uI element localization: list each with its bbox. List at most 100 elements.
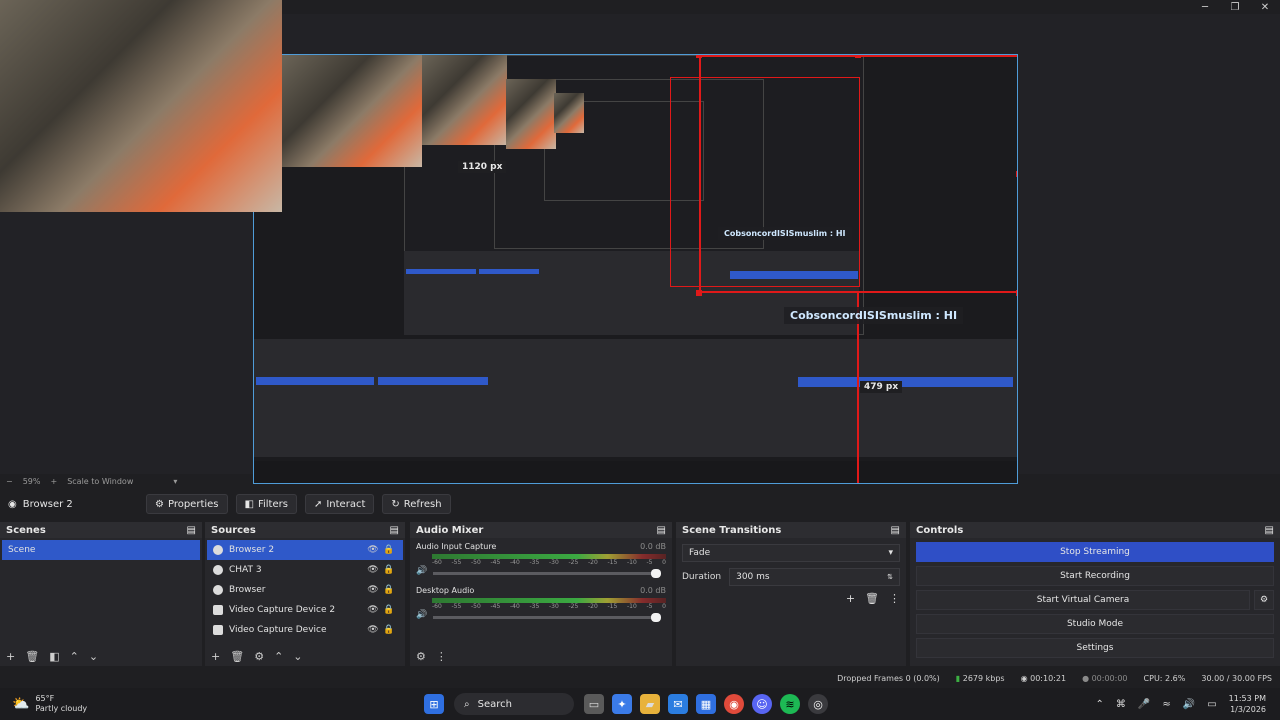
source-item[interactable]: Video Capture Device 👁 🔒 [207,620,403,640]
arrow-down-icon[interactable]: ⌄ [89,650,98,663]
speaker-icon[interactable]: 🔊 [416,610,427,620]
add-icon[interactable]: + [846,592,855,605]
scenes-footer: + 🗑 ◧ ⌃ ⌄ [0,646,202,666]
record-icon: ● [1082,673,1090,683]
wifi-icon[interactable]: ≈ [1162,699,1170,710]
arrow-up-icon[interactable]: ⌃ [274,650,283,663]
minimize-button[interactable]: ─ [1190,0,1220,14]
trash-icon[interactable]: 🗑 [25,650,39,663]
taskbar: ⛅ 65°F Partly cloudy ⊞ ⌕ Search ▭ ✦ ▰ ✉ … [0,688,1280,720]
eye-icon[interactable]: 👁 [365,625,381,635]
resize-handle-bl[interactable] [696,290,702,296]
network-icon[interactable]: ⌘ [1116,699,1126,710]
resize-handle-tl[interactable] [696,55,702,58]
volume-slider[interactable] [433,568,661,578]
windows-start-icon[interactable]: ⊞ [424,694,444,714]
scene-transitions-title: Scene Transitions [682,524,782,536]
arrow-up-icon[interactable]: ⌃ [70,650,79,663]
globe-icon [213,585,223,595]
lock-icon[interactable]: 🔒 [381,625,397,635]
resize-handle-t[interactable] [855,55,861,58]
scene-item[interactable]: Scene [2,540,200,560]
task-view-icon[interactable]: ▭ [584,694,604,714]
speaker-icon[interactable]: 🔊 [416,566,427,576]
preview-canvas[interactable]: CobsoncordISISmuslim : HI CobsoncordISIS… [253,54,1018,484]
trash-icon[interactable]: 🗑 [230,650,244,663]
eye-icon[interactable]: 👁 [365,585,381,595]
gear-icon[interactable]: ⚙ [254,650,264,663]
stream-icon: ◉ [1020,673,1028,683]
store-icon[interactable]: ▦ [696,694,716,714]
eye-icon[interactable]: 👁 [365,545,381,555]
stream-time: ◉ 00:10:21 [1020,673,1067,683]
resize-handle-r[interactable] [1016,171,1017,177]
start-recording-button[interactable]: Start Recording [916,566,1274,586]
volume-slider[interactable] [433,612,661,622]
stop-streaming-button[interactable]: Stop Streaming [916,542,1274,562]
add-icon[interactable]: + [6,650,15,663]
spotify-icon[interactable]: ≋ [780,694,800,714]
clock-date: 1/3/2026 [1230,705,1266,714]
gear-icon[interactable]: ⚙ [416,650,426,663]
more-icon[interactable]: ⋮ [436,650,447,663]
battery-icon[interactable]: ▭ [1207,699,1216,710]
dock-menu-icon[interactable]: ▤ [657,525,666,536]
filter-icon[interactable]: ◧ [49,650,59,663]
clock[interactable]: 11:53 PM 1/3/2026 [1229,693,1266,715]
source-item[interactable]: Browser 2 👁 🔒 [207,540,403,560]
preview-area[interactable]: CobsoncordISISmuslim : HI CobsoncordISIS… [0,0,1280,484]
lock-icon[interactable]: 🔒 [381,565,397,575]
obs-icon[interactable]: ◎ [808,694,828,714]
dock-menu-icon[interactable]: ▤ [187,525,196,536]
filters-button[interactable]: ◧ Filters [235,494,297,514]
chevron-down-icon[interactable]: ▾ [173,477,177,486]
outlook-icon[interactable]: ✉ [668,694,688,714]
weather-widget[interactable]: ⛅ 65°F Partly cloudy [0,694,330,714]
dock-menu-icon[interactable]: ▤ [1265,525,1274,536]
duration-value: 300 ms [736,572,770,582]
transition-select[interactable]: Fade ▾ [682,544,900,562]
properties-button[interactable]: ⚙ Properties [146,494,228,514]
taskbar-search[interactable]: ⌕ Search [454,693,574,715]
source-item[interactable]: Video Capture Device 2 👁 🔒 [207,600,403,620]
refresh-button[interactable]: ↻ Refresh [382,494,451,514]
copilot-icon[interactable]: ✦ [612,694,632,714]
close-button[interactable]: ✕ [1250,0,1280,14]
lock-icon[interactable]: 🔒 [381,585,397,595]
webcam-copy-4 [554,93,584,133]
add-icon[interactable]: + [211,650,220,663]
virtual-camera-settings-icon[interactable]: ⚙ [1254,590,1274,610]
duration-field[interactable]: 300 ms ⇅ [729,568,900,586]
eye-icon[interactable]: 👁 [365,605,381,615]
more-icon[interactable]: ⋮ [889,592,900,605]
start-virtual-camera-button[interactable]: Start Virtual Camera [916,590,1250,610]
source-item[interactable]: Browser 👁 🔒 [207,580,403,600]
resize-handle-br[interactable] [1016,290,1017,296]
chrome-icon[interactable]: ◉ [724,694,744,714]
source-item[interactable]: CHAT 3 👁 🔒 [207,560,403,580]
lock-icon[interactable]: 🔒 [381,545,397,555]
stepper-icon[interactable]: ⇅ [887,573,893,581]
studio-mode-button[interactable]: Studio Mode [916,614,1274,634]
zoom-in-icon[interactable]: + [50,477,57,486]
interact-button[interactable]: ➚ Interact [304,494,375,514]
file-explorer-icon[interactable]: ▰ [640,694,660,714]
arrow-down-icon[interactable]: ⌄ [293,650,302,663]
trash-icon[interactable]: 🗑 [865,592,879,605]
lock-icon[interactable]: 🔒 [381,605,397,615]
zoom-out-icon[interactable]: − [6,477,13,486]
volume-icon[interactable]: 🔊 [1183,699,1195,710]
scale-mode-select[interactable]: Scale to Window [67,477,133,486]
scenes-title: Scenes [6,524,46,536]
maximize-button[interactable]: ❐ [1220,0,1250,14]
tray-chevron-icon[interactable]: ⌃ [1096,699,1104,710]
webcam-overlay[interactable] [0,0,282,212]
mic-icon[interactable]: 🎤 [1138,699,1150,710]
dock-menu-icon[interactable]: ▤ [390,525,399,536]
settings-button[interactable]: Settings [916,638,1274,658]
scene-transitions-header: Scene Transitions ▤ [676,522,906,538]
scenes-dock: Scenes ▤ Scene + 🗑 ◧ ⌃ ⌄ [0,522,202,666]
dock-menu-icon[interactable]: ▤ [891,525,900,536]
eye-icon[interactable]: 👁 [365,565,381,575]
discord-icon[interactable]: ☺ [752,694,772,714]
